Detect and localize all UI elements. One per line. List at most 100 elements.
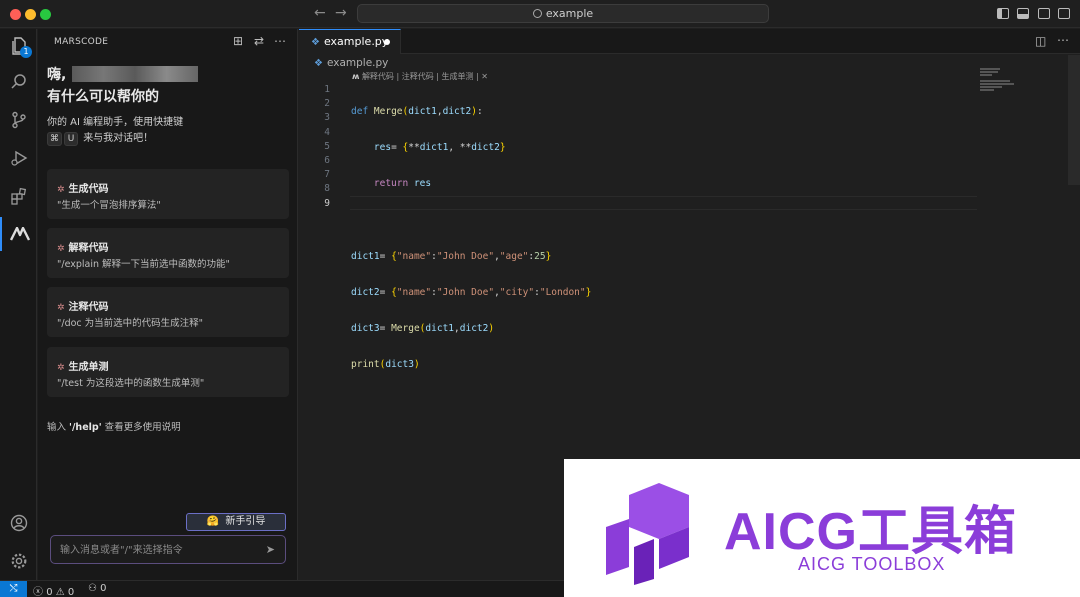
breadcrumb[interactable]: ❖ example.py bbox=[314, 57, 388, 69]
line-number: 8 bbox=[324, 183, 330, 195]
help-command: '/help' bbox=[69, 422, 102, 433]
code-line: def Merge(dict1,dict2): bbox=[351, 106, 483, 117]
search-view-button[interactable] bbox=[0, 65, 37, 99]
run-debug-button[interactable] bbox=[0, 141, 37, 175]
explorer-button[interactable]: 1 bbox=[0, 29, 37, 63]
run-debug-icon bbox=[10, 150, 27, 166]
more-actions-icon[interactable]: ⋯ bbox=[274, 34, 286, 48]
maximize-window-button[interactable] bbox=[40, 9, 51, 20]
code-editor[interactable]: def Merge(dict1,dict2): res= {**dict1, *… bbox=[351, 83, 591, 420]
marscode-button[interactable] bbox=[0, 217, 37, 251]
suggestion-card-test[interactable]: ✲ 生成单测 "/test 为这段选中的函数生成单测" bbox=[47, 347, 289, 397]
redacted-username bbox=[72, 66, 199, 82]
toggle-panel-icon[interactable] bbox=[1017, 8, 1029, 19]
code-line: dict2= {"name":"John Doe","city":"London… bbox=[351, 286, 592, 298]
code-line: dict3= Merge(dict1,dict2) bbox=[351, 323, 495, 335]
panel-title: MARSCODE bbox=[54, 37, 109, 47]
aicg-logo-icon bbox=[606, 483, 689, 585]
editor-more-actions-icon[interactable]: ⋯ bbox=[1057, 33, 1069, 47]
hug-emoji-icon: 🤗 bbox=[206, 516, 220, 527]
extensions-button[interactable] bbox=[0, 179, 37, 213]
suggestion-card-explain[interactable]: ✲ 解释代码 "/explain 解释一下当前选中函数的功能" bbox=[47, 228, 289, 278]
python-file-icon: ❖ bbox=[314, 58, 323, 69]
settings-toggle-icon[interactable]: ⇄ bbox=[254, 34, 264, 48]
editor-scrollbar[interactable] bbox=[1068, 55, 1080, 185]
suggestion-card-generate[interactable]: ✲ 生成代码 "生成一个冒泡排序算法" bbox=[47, 169, 289, 219]
marscode-logo-icon bbox=[9, 227, 30, 241]
tab-label: example.py bbox=[323, 35, 389, 48]
card-subtitle: "/test 为这段选中的函数生成单测" bbox=[57, 378, 205, 389]
watermark-title: AICG工具箱 bbox=[724, 503, 1018, 561]
intro-line2: 来与我对话吧！ bbox=[83, 133, 154, 144]
problems-status[interactable]: ⓧ 0 ⚠ 0 bbox=[33, 583, 74, 597]
ports-count: 0 bbox=[100, 583, 107, 594]
search-icon bbox=[10, 74, 26, 89]
card-title: 注释代码 bbox=[68, 302, 109, 313]
card-title: 生成单测 bbox=[68, 362, 109, 373]
title-bar: ← → example bbox=[0, 0, 1080, 28]
card-subtitle: "/doc 为当前选中的代码生成注释" bbox=[57, 318, 204, 329]
search-icon bbox=[532, 9, 542, 18]
marscode-panel: MARSCODE ⊞ ⇄ ⋯ 嗨, 有什么可以帮你的 你的 AI 编程助手，使用… bbox=[38, 29, 298, 580]
marscode-logo-icon: ʍ bbox=[352, 72, 360, 81]
remote-indicator[interactable]: ⤭ bbox=[0, 581, 27, 597]
activity-bar: 1 bbox=[0, 29, 37, 580]
sparkle-icon: ✲ bbox=[57, 185, 65, 195]
card-subtitle: "生成一个冒泡排序算法" bbox=[57, 200, 161, 211]
search-text: example bbox=[545, 7, 594, 20]
line-number: 1 bbox=[324, 84, 330, 95]
minimap[interactable] bbox=[980, 68, 1050, 92]
line-numbers: 1 2 3 4 5 6 7 8 9 bbox=[300, 83, 330, 211]
editor-tabs: ❖ example.py ◫ ⋯ bbox=[299, 29, 1080, 54]
customize-layout-icon[interactable] bbox=[1058, 8, 1070, 19]
unsaved-dot-icon[interactable] bbox=[384, 39, 390, 45]
line-number: 9 bbox=[324, 197, 330, 209]
accounts-button[interactable] bbox=[0, 506, 37, 540]
source-control-button[interactable] bbox=[0, 103, 37, 137]
split-editor-icon[interactable]: ◫ bbox=[1035, 34, 1046, 48]
line-number: 2 bbox=[324, 98, 330, 110]
extensions-icon bbox=[10, 187, 26, 205]
code-line: return res bbox=[373, 178, 432, 190]
intro-text: 你的 AI 编程助手，使用快捷键 ⌘ U 来与我对话吧！ bbox=[47, 115, 183, 147]
line-number: 7 bbox=[324, 169, 330, 181]
greeting-prefix: 嗨, bbox=[47, 67, 67, 83]
chat-message-input[interactable] bbox=[60, 542, 250, 558]
settings-button[interactable] bbox=[0, 544, 37, 578]
back-arrow-icon[interactable]: ← bbox=[314, 5, 326, 21]
send-icon[interactable]: ➤ bbox=[266, 543, 275, 556]
error-count: 0 bbox=[46, 587, 53, 597]
close-window-button[interactable] bbox=[10, 9, 21, 20]
line-number: 5 bbox=[324, 140, 330, 152]
forward-arrow-icon[interactable]: → bbox=[335, 5, 347, 21]
suggestion-card-doc[interactable]: ✲ 注释代码 "/doc 为当前选中的代码生成注释" bbox=[47, 287, 289, 337]
guide-button-label: 新手引导 bbox=[225, 516, 266, 527]
toggle-primary-sidebar-icon[interactable] bbox=[997, 8, 1009, 19]
sparkle-icon: ✲ bbox=[57, 363, 65, 373]
breadcrumb-file: example.py bbox=[326, 57, 389, 69]
python-file-icon: ❖ bbox=[311, 37, 320, 48]
line-number: 6 bbox=[324, 154, 330, 166]
gear-icon bbox=[11, 553, 26, 569]
intro-line1: 你的 AI 编程助手，使用快捷键 bbox=[47, 117, 184, 128]
explorer-badge: 1 bbox=[20, 46, 32, 58]
shortcut-key-u: U bbox=[64, 132, 78, 146]
codelens-actions[interactable]: ʍ 解释代码 | 注释代码 | 生成单测 | ✕ bbox=[352, 71, 488, 82]
line-number: 3 bbox=[324, 112, 330, 124]
toggle-secondary-sidebar-icon[interactable] bbox=[1038, 8, 1050, 19]
greeting: 嗨, bbox=[47, 65, 199, 85]
new-chat-icon[interactable]: ⊞ bbox=[233, 34, 243, 48]
command-center-search[interactable]: example bbox=[357, 4, 769, 23]
card-title: 解释代码 bbox=[68, 243, 109, 254]
help-hint: 输入 '/help' 查看更多使用说明 bbox=[47, 422, 181, 433]
warning-count: 0 bbox=[67, 587, 75, 597]
codelens-text: 解释代码 | 注释代码 | 生成单测 | ✕ bbox=[361, 72, 488, 81]
card-subtitle: "/explain 解释一下当前选中函数的功能" bbox=[57, 259, 230, 270]
beginner-guide-button[interactable]: 🤗 新手引导 bbox=[186, 513, 286, 531]
ports-status[interactable]: ⚇ 0 bbox=[88, 583, 107, 594]
minimize-window-button[interactable] bbox=[25, 9, 36, 20]
tab-example-py[interactable]: ❖ example.py bbox=[299, 29, 401, 54]
watermark-subtitle: AICG TOOLBOX bbox=[798, 554, 946, 574]
